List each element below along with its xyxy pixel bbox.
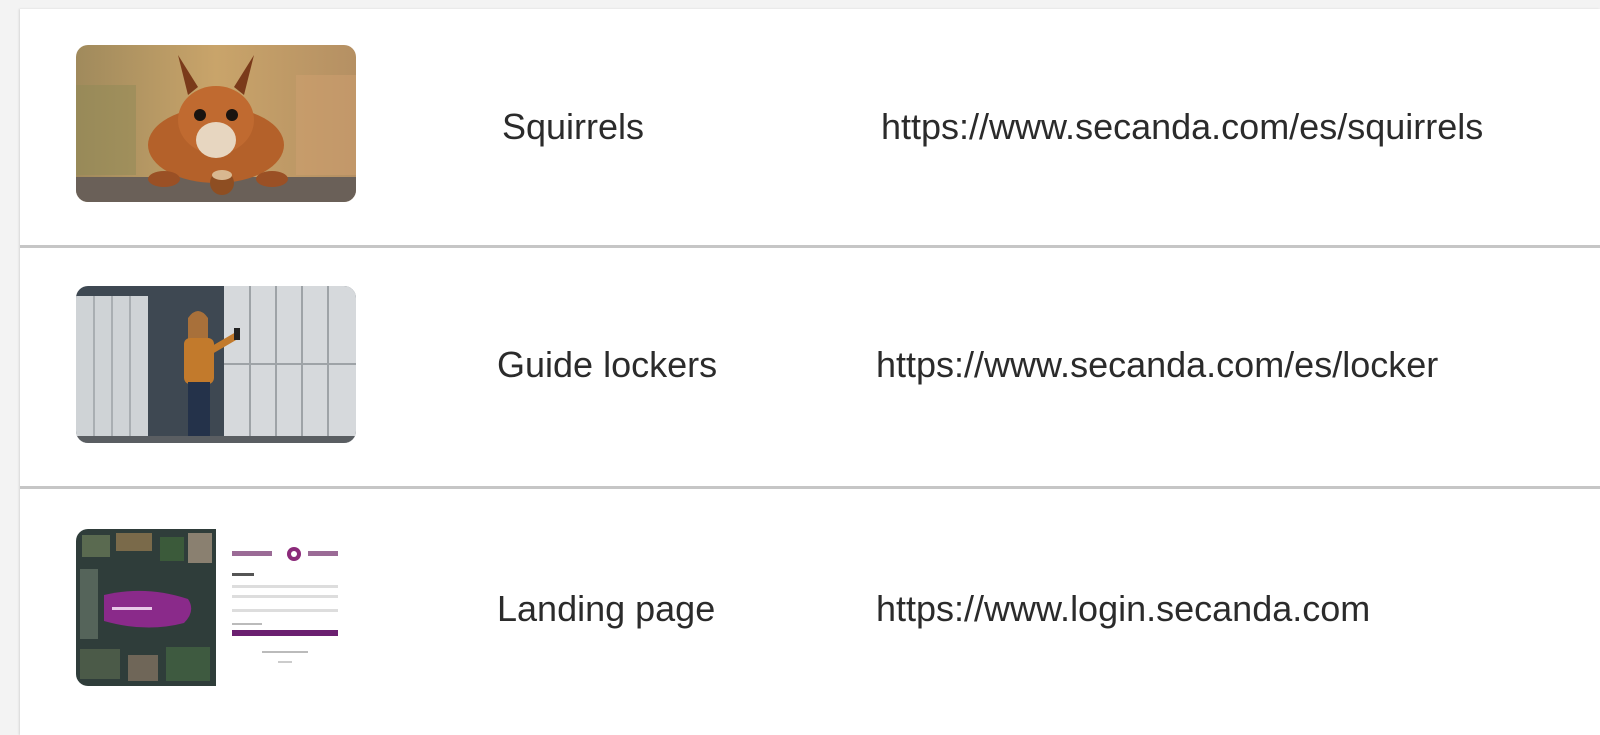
list-item-squirrels[interactable]: Squirrels https://www.secanda.com/es/squ… <box>20 9 1600 246</box>
login-page-image <box>76 529 356 686</box>
link-url[interactable]: https://www.secanda.com/es/locker <box>876 345 1438 385</box>
list-item-guide-lockers[interactable]: Guide lockers https://www.secanda.com/es… <box>20 248 1600 485</box>
link-label: Squirrels <box>502 106 645 147</box>
list-item-landing-page[interactable]: Landing page https://www.login.secanda.c… <box>20 489 1600 726</box>
locker-image <box>76 286 356 443</box>
squirrel-image <box>76 45 356 202</box>
link-label: Landing page <box>497 588 716 629</box>
thumbnail-squirrels[interactable] <box>76 45 356 202</box>
links-list: Squirrels https://www.secanda.com/es/squ… <box>20 9 1600 735</box>
link-url[interactable]: https://www.login.secanda.com <box>876 589 1370 629</box>
link-label: Guide lockers <box>497 344 718 385</box>
link-url[interactable]: https://www.secanda.com/es/squirrels <box>881 107 1483 147</box>
thumbnail-guide-lockers[interactable] <box>76 286 356 443</box>
thumbnail-landing-page[interactable] <box>76 529 356 686</box>
